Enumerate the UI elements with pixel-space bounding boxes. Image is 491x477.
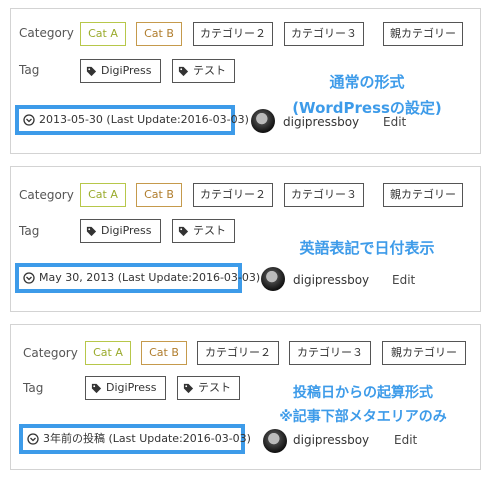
category-chip-3[interactable]: カテゴリー３ bbox=[284, 22, 364, 46]
tag-icon bbox=[178, 66, 189, 77]
category-chip-cat-a[interactable]: Cat A bbox=[80, 183, 126, 207]
category-label: Category bbox=[19, 188, 74, 202]
category-chip-parent[interactable]: 親カテゴリー bbox=[382, 341, 466, 365]
tag-chip-label: DigiPress bbox=[101, 64, 152, 77]
tag-chip-digipress[interactable]: DigiPress bbox=[80, 219, 161, 243]
category-chip-cat-b[interactable]: Cat B bbox=[136, 183, 182, 207]
post-date-box: May 30, 2013 (Last Update:2016-03-03) bbox=[15, 263, 260, 293]
author-name[interactable]: digipressboy bbox=[293, 433, 369, 447]
post-date-text: May 30, 2013 (Last Update:2016-03-03) bbox=[39, 271, 261, 284]
category-label: Category bbox=[23, 346, 78, 360]
category-chip-3[interactable]: カテゴリー３ bbox=[284, 183, 364, 207]
tag-chip-label: テスト bbox=[193, 64, 226, 77]
callout-note: 通常の形式 (WordPressの設定) bbox=[267, 69, 467, 121]
tag-label-text: Tag bbox=[19, 63, 40, 77]
clock-icon bbox=[27, 433, 39, 445]
category-chip-3[interactable]: カテゴリー３ bbox=[289, 341, 371, 365]
callout-line: 英語表記で日付表示 bbox=[299, 239, 435, 257]
tag-chip-digipress[interactable]: DigiPress bbox=[80, 59, 161, 83]
category-chip-cat-a[interactable]: Cat A bbox=[85, 341, 131, 365]
category-chip-cat-b[interactable]: Cat B bbox=[141, 341, 187, 365]
clock-icon bbox=[23, 272, 35, 284]
post-meta-panel-1: Category Cat A Cat B カテゴリー２ カテゴリー３ 親カテゴリ… bbox=[10, 8, 481, 154]
clock-icon bbox=[23, 114, 35, 126]
post-meta-panel-2: Category Cat A Cat B カテゴリー２ カテゴリー３ 親カテゴリ… bbox=[10, 166, 481, 312]
category-chip-cat-a[interactable]: Cat A bbox=[80, 22, 126, 46]
post-date-text: 3年前の投稿 (Last Update:2016-03-03) bbox=[43, 432, 251, 445]
post-date-box: 2013-05-30 (Last Update:2016-03-03) bbox=[15, 105, 249, 135]
tag-chip-label: DigiPress bbox=[101, 224, 152, 237]
tag-icon bbox=[91, 383, 102, 394]
category-chip-2[interactable]: カテゴリー２ bbox=[197, 341, 279, 365]
callout-line: 投稿日からの起算形式 bbox=[293, 385, 433, 401]
category-chip-2[interactable]: カテゴリー２ bbox=[193, 183, 273, 207]
tag-chip-label: テスト bbox=[198, 381, 231, 394]
post-date-text: 2013-05-30 (Last Update:2016-03-03) bbox=[39, 113, 249, 126]
callout-note: 英語表記で日付表示 bbox=[267, 235, 467, 261]
callout-line: (WordPressの設定) bbox=[292, 99, 442, 117]
tag-icon bbox=[86, 226, 97, 237]
tag-icon bbox=[183, 383, 194, 394]
tag-chip-digipress[interactable]: DigiPress bbox=[85, 376, 166, 400]
tag-chip-label: テスト bbox=[193, 224, 226, 237]
author-avatar[interactable] bbox=[263, 429, 287, 453]
author-name[interactable]: digipressboy bbox=[293, 273, 369, 287]
post-date-box: 3年前の投稿 (Last Update:2016-03-03) bbox=[19, 424, 251, 454]
category-chip-parent[interactable]: 親カテゴリー bbox=[383, 183, 463, 207]
category-chip-cat-b[interactable]: Cat B bbox=[136, 22, 182, 46]
tag-chip-label: DigiPress bbox=[106, 381, 157, 394]
tag-icon bbox=[86, 66, 97, 77]
tag-chip-test[interactable]: テスト bbox=[172, 59, 235, 83]
tag-chip-test[interactable]: テスト bbox=[172, 219, 235, 243]
category-chip-2[interactable]: カテゴリー２ bbox=[193, 22, 273, 46]
tag-chip-test[interactable]: テスト bbox=[177, 376, 240, 400]
tag-label: Tag bbox=[23, 381, 44, 395]
callout-line: ※記事下部メタエリアのみ bbox=[279, 409, 447, 425]
tag-label: Tag bbox=[19, 224, 40, 238]
author-avatar[interactable] bbox=[261, 267, 285, 291]
callout-line: 通常の形式 bbox=[329, 73, 405, 91]
callout-note: 投稿日からの起算形式 ※記事下部メタエリアのみ bbox=[247, 381, 479, 429]
tag-icon bbox=[178, 226, 189, 237]
category-label: Category bbox=[19, 26, 74, 40]
edit-link[interactable]: Edit bbox=[394, 433, 417, 447]
edit-link[interactable]: Edit bbox=[392, 273, 415, 287]
category-chip-parent[interactable]: 親カテゴリー bbox=[383, 22, 463, 46]
post-meta-panel-3: Category Cat A Cat B カテゴリー２ カテゴリー３ 親カテゴリ… bbox=[10, 324, 481, 470]
